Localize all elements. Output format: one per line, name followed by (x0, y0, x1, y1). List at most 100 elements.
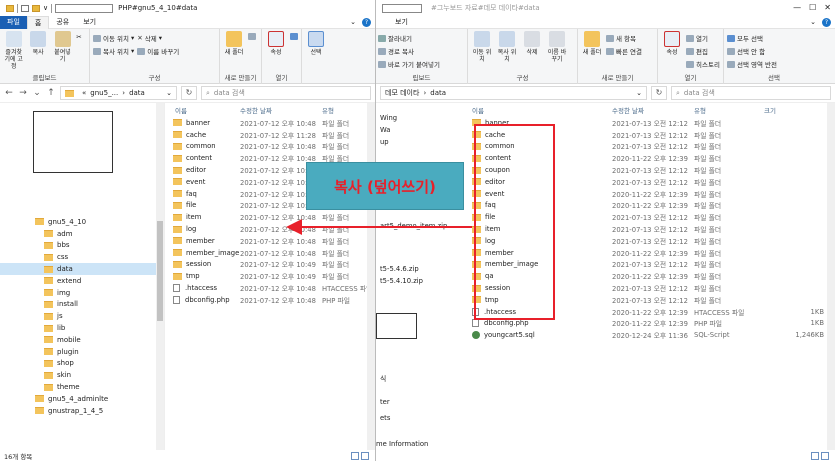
file-row[interactable]: log 2021-07-12 오후 10:48 파일 폴더 (165, 223, 375, 235)
nav-item[interactable]: lib (0, 322, 164, 334)
history-button[interactable]: 히스토리 (686, 59, 720, 69)
tab-home[interactable]: 홈 (26, 15, 50, 29)
breadcrumb-seg[interactable]: data (129, 89, 145, 97)
nav-item[interactable]: data (0, 263, 164, 275)
file-type: 파일 폴더 (694, 202, 722, 211)
nav-item[interactable]: skin (0, 369, 164, 381)
cut-button[interactable]: 잘라내기 (378, 33, 440, 43)
file-row[interactable]: member_image 2021-07-12 오후 10:48 파일 폴더 (165, 247, 375, 259)
nav-item[interactable]: gnu5_4_adminlte (0, 393, 164, 405)
new-item-button[interactable]: 새 항목 (606, 33, 642, 43)
details-view-icon[interactable] (811, 452, 819, 460)
file-name: session (186, 260, 212, 269)
breadcrumb-seg[interactable]: gnu5_... (90, 89, 118, 97)
open-icon[interactable] (290, 33, 298, 40)
search-input-right[interactable]: ⌕ data 검색 (671, 86, 831, 100)
details-view-icon[interactable] (351, 452, 359, 460)
nav-item-label: data (57, 265, 73, 274)
nav-item[interactable]: install (0, 299, 164, 311)
nav-item[interactable]: adm (0, 228, 164, 240)
chevron-down-icon[interactable]: ⌄ (810, 18, 816, 26)
nav-item[interactable]: js (0, 310, 164, 322)
overflow-chevron[interactable]: « (82, 89, 86, 97)
cut-icon[interactable]: ✂ (76, 33, 86, 41)
scrollbar-right[interactable] (827, 103, 835, 450)
search-input-left[interactable]: ⌕ data 검색 (201, 86, 371, 100)
col-date[interactable]: 수정한 날짜 (240, 105, 322, 115)
paste-shortcut-button[interactable]: 바로 가기 붙여넣기 (378, 59, 440, 69)
chevron-down-icon[interactable]: ⌄ (166, 89, 172, 97)
col-size[interactable]: 크기 (764, 105, 824, 115)
select-none-button[interactable]: 선택 안 함 (727, 46, 777, 56)
nav-item[interactable]: extend (0, 275, 164, 287)
file-row[interactable]: cache 2021-07-12 오후 11:28 파일 폴더 (165, 129, 375, 141)
refresh-button[interactable]: ↻ (651, 86, 667, 100)
tiles-view-icon[interactable] (821, 452, 829, 460)
delete-button[interactable]: ✕ 삭제 ▾ (137, 33, 179, 43)
col-date[interactable]: 수정한 날짜 (612, 105, 694, 115)
chevron-down-icon[interactable]: ⌄ (350, 18, 356, 26)
cell-type: 파일 폴더 (694, 283, 764, 293)
up-arrow-icon[interactable]: ↑ (46, 88, 56, 98)
nav-scrollbar[interactable] (156, 103, 164, 450)
nav-item[interactable]: shop (0, 358, 164, 370)
copy-path-button[interactable]: 경로 복사 (378, 46, 440, 56)
help-icon[interactable]: ? (362, 17, 371, 27)
address-field-left[interactable]: « gnu5_... › data ⌄ (60, 86, 177, 100)
breadcrumb-seg[interactable]: data (430, 89, 446, 97)
file-row[interactable]: banner 2021-07-12 오후 10:48 파일 폴더 (165, 117, 375, 129)
tiles-view-icon[interactable] (361, 452, 369, 460)
forward-arrow-icon[interactable]: → (18, 88, 28, 98)
file-row[interactable]: member 2021-07-12 오후 10:48 파일 폴더 (165, 235, 375, 247)
nav-item[interactable]: bbs (0, 240, 164, 252)
chevron-down-icon[interactable]: ⌄ (636, 89, 642, 97)
recent-chevron-icon[interactable]: ⌄ (32, 88, 42, 98)
col-type[interactable]: 유형 (694, 105, 764, 115)
easy-access-button[interactable]: 빠른 연결 (606, 46, 642, 56)
nav-scroll-thumb[interactable] (157, 221, 163, 321)
minimize-icon[interactable]: — (793, 3, 801, 12)
nav-item[interactable]: gnustrap_1_4_5 (0, 405, 164, 417)
new-folder-icon[interactable] (32, 4, 40, 12)
copy-to-button[interactable]: 복사 위치 ▾ (93, 46, 134, 56)
refresh-button[interactable]: ↻ (181, 86, 197, 100)
col-type[interactable]: 유형 (322, 105, 372, 115)
file-row[interactable]: dbconfig.php 2021-07-12 오후 10:48 PHP 파일 (165, 294, 375, 306)
properties-icon[interactable] (21, 4, 29, 12)
select-button[interactable]: 선택 (305, 31, 327, 82)
file-row[interactable]: session 2021-07-12 오후 10:49 파일 폴더 (165, 259, 375, 271)
tab-file[interactable]: 파일 (0, 15, 27, 29)
file-row[interactable]: youngcart5.sql 2020-12-24 오후 11:36 SQL-Scr… (464, 329, 835, 341)
help-icon[interactable]: ? (822, 17, 831, 27)
open-button[interactable]: 열기 (686, 33, 720, 43)
tab-view[interactable]: 보기 (76, 16, 103, 29)
close-icon[interactable]: ✕ (824, 3, 831, 12)
chevron-down-icon[interactable]: ∨ (43, 4, 48, 12)
nav-item[interactable]: theme (0, 381, 164, 393)
new-item-icon[interactable] (248, 33, 256, 40)
breadcrumb-seg[interactable]: 데모 데이타 (385, 88, 419, 98)
move-to-button[interactable]: 이동 위치 ▾ (93, 33, 134, 43)
nav-item[interactable]: plugin (0, 346, 164, 358)
folder-icon (173, 201, 182, 209)
nav-item[interactable]: img (0, 287, 164, 299)
file-row[interactable]: item 2021-07-12 오후 10:48 파일 폴더 (165, 211, 375, 223)
address-field-right[interactable]: 데모 데이타 › data ⌄ (380, 86, 647, 100)
nav-item[interactable]: gnu5_4_10 (0, 216, 164, 228)
back-arrow-icon[interactable]: ← (4, 88, 14, 98)
maximize-icon[interactable]: ☐ (809, 3, 816, 12)
col-name[interactable]: 이름 (165, 105, 240, 115)
col-name[interactable]: 이름 (464, 105, 612, 115)
rename-button[interactable]: 이름 바꾸기 (137, 46, 179, 56)
nav-item[interactable]: css (0, 251, 164, 263)
file-row[interactable]: common 2021-07-12 오후 10:48 파일 폴더 (165, 141, 375, 153)
tab-share[interactable]: 공유 (49, 16, 76, 29)
select-all-button[interactable]: 모두 선택 (727, 33, 777, 43)
nav-item[interactable]: mobile (0, 334, 164, 346)
edit-button[interactable]: 편집 (686, 46, 720, 56)
scrollbar-left[interactable] (367, 103, 375, 450)
file-row[interactable]: tmp 2021-07-12 오후 10:49 파일 폴더 (165, 270, 375, 282)
invert-selection-button[interactable]: 선택 영역 반전 (727, 59, 777, 69)
tab-view-right[interactable]: 보기 (388, 16, 415, 29)
file-row[interactable]: .htaccess 2021-07-12 오후 10:48 HTACCESS 파일 (165, 282, 375, 294)
